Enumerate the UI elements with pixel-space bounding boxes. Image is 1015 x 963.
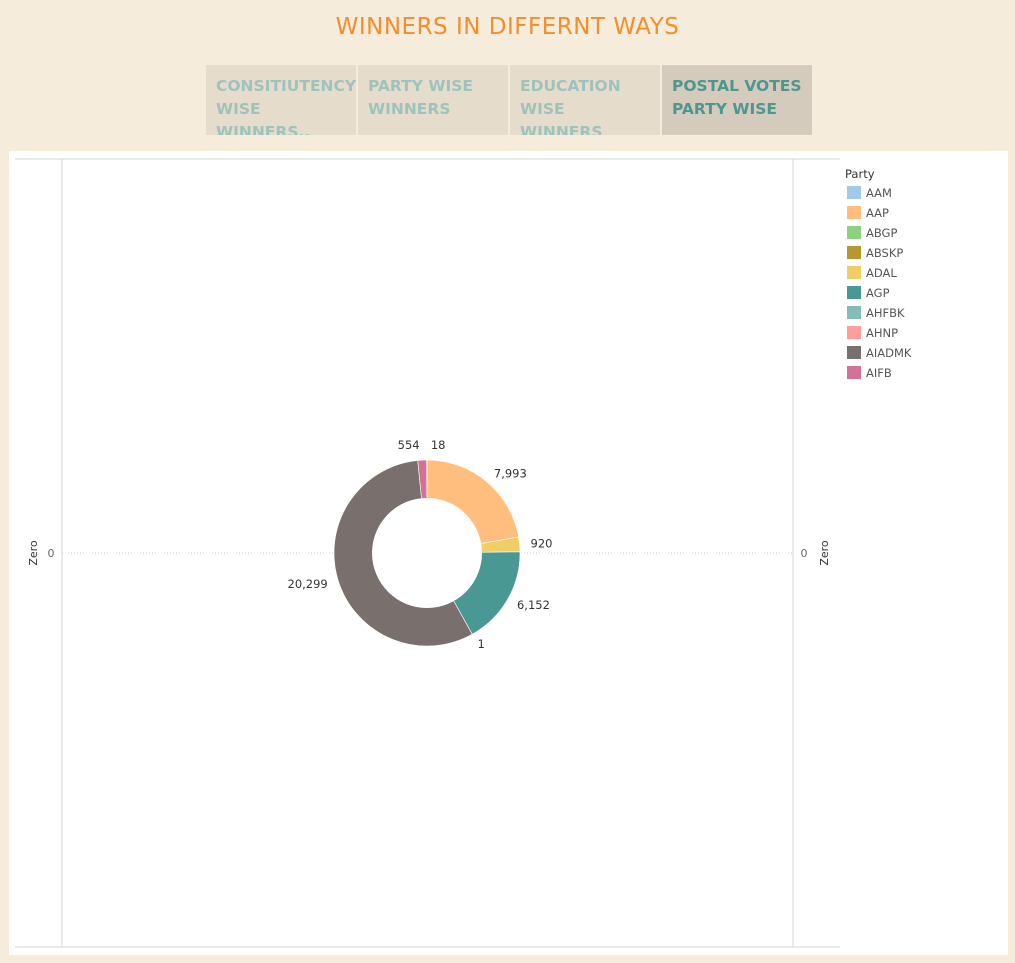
tab-bar: CONSITIUTENCY WISE WINNERS.. PARTY WISE … xyxy=(206,65,812,135)
legend-label-agp[interactable]: AGP xyxy=(866,286,890,300)
donut-chart: Zero 0 0 Zero 7,9939206,152120,299554 18 … xyxy=(15,158,912,948)
legend-swatch-aap[interactable] xyxy=(847,206,861,219)
slice-label-adal: 920 xyxy=(531,536,553,550)
legend: AAM AAP ABGP ABSKP ADAL AGP AHFBK AHNP AIADMK AIF… xyxy=(847,186,912,380)
slice-label-agp: 6,152 xyxy=(517,598,550,612)
right-axis-title: Zero xyxy=(818,540,831,566)
legend-title: Party xyxy=(845,167,875,181)
tab-postal-votes-party-wise[interactable]: POSTAL VOTES PARTY WISE xyxy=(662,65,812,135)
legend-label-aap[interactable]: AAP xyxy=(866,206,889,220)
legend-swatch-abskp[interactable] xyxy=(847,246,861,259)
slice-label-aap: 7,993 xyxy=(494,466,527,480)
donut-hole xyxy=(372,498,482,608)
tab-party-wise-winners[interactable]: PARTY WISE WINNERS xyxy=(358,65,508,135)
slice-label-ahfbk: 1 xyxy=(478,637,485,651)
legend-label-ahfbk[interactable]: AHFBK xyxy=(866,306,905,320)
slice-label-aiadmk: 20,299 xyxy=(288,577,328,591)
legend-swatch-adal[interactable] xyxy=(847,266,861,279)
legend-swatch-agp[interactable] xyxy=(847,286,861,299)
chart-panel: Zero 0 0 Zero 7,993 920 6,152 1 20,299 554 18 … xyxy=(9,151,1008,955)
legend-label-adal[interactable]: ADAL xyxy=(866,266,897,280)
left-axis-title: Zero xyxy=(27,540,40,566)
tab-education-wise-winners[interactable]: EDUCATION WISE WINNERS xyxy=(510,65,660,135)
legend-swatch-ahnp[interactable] xyxy=(847,326,861,339)
right-axis-tick: 0 xyxy=(801,547,808,560)
left-axis-tick: 0 xyxy=(48,547,55,560)
slice-label-aam: 18 xyxy=(431,438,446,452)
legend-swatch-aifb[interactable] xyxy=(847,366,861,379)
tab-constituency-wise-winners[interactable]: CONSITIUTENCY WISE WINNERS.. xyxy=(206,65,356,135)
legend-label-abgp[interactable]: ABGP xyxy=(866,226,897,240)
slice-label-aifb: 554 xyxy=(398,438,420,452)
legend-label-aam[interactable]: AAM xyxy=(866,186,892,200)
legend-label-ahnp[interactable]: AHNP xyxy=(866,326,898,340)
legend-label-abskp[interactable]: ABSKP xyxy=(866,246,903,260)
legend-label-aifb[interactable]: AIFB xyxy=(866,366,892,380)
legend-swatch-abgp[interactable] xyxy=(847,226,861,239)
legend-swatch-ahfbk[interactable] xyxy=(847,306,861,319)
legend-label-aiadmk[interactable]: AIADMK xyxy=(866,346,912,360)
legend-swatch-aiadmk[interactable] xyxy=(847,346,861,359)
legend-swatch-aam[interactable] xyxy=(847,186,861,199)
dashboard-title: WINNERS IN DIFFERNT WAYS xyxy=(335,14,680,40)
